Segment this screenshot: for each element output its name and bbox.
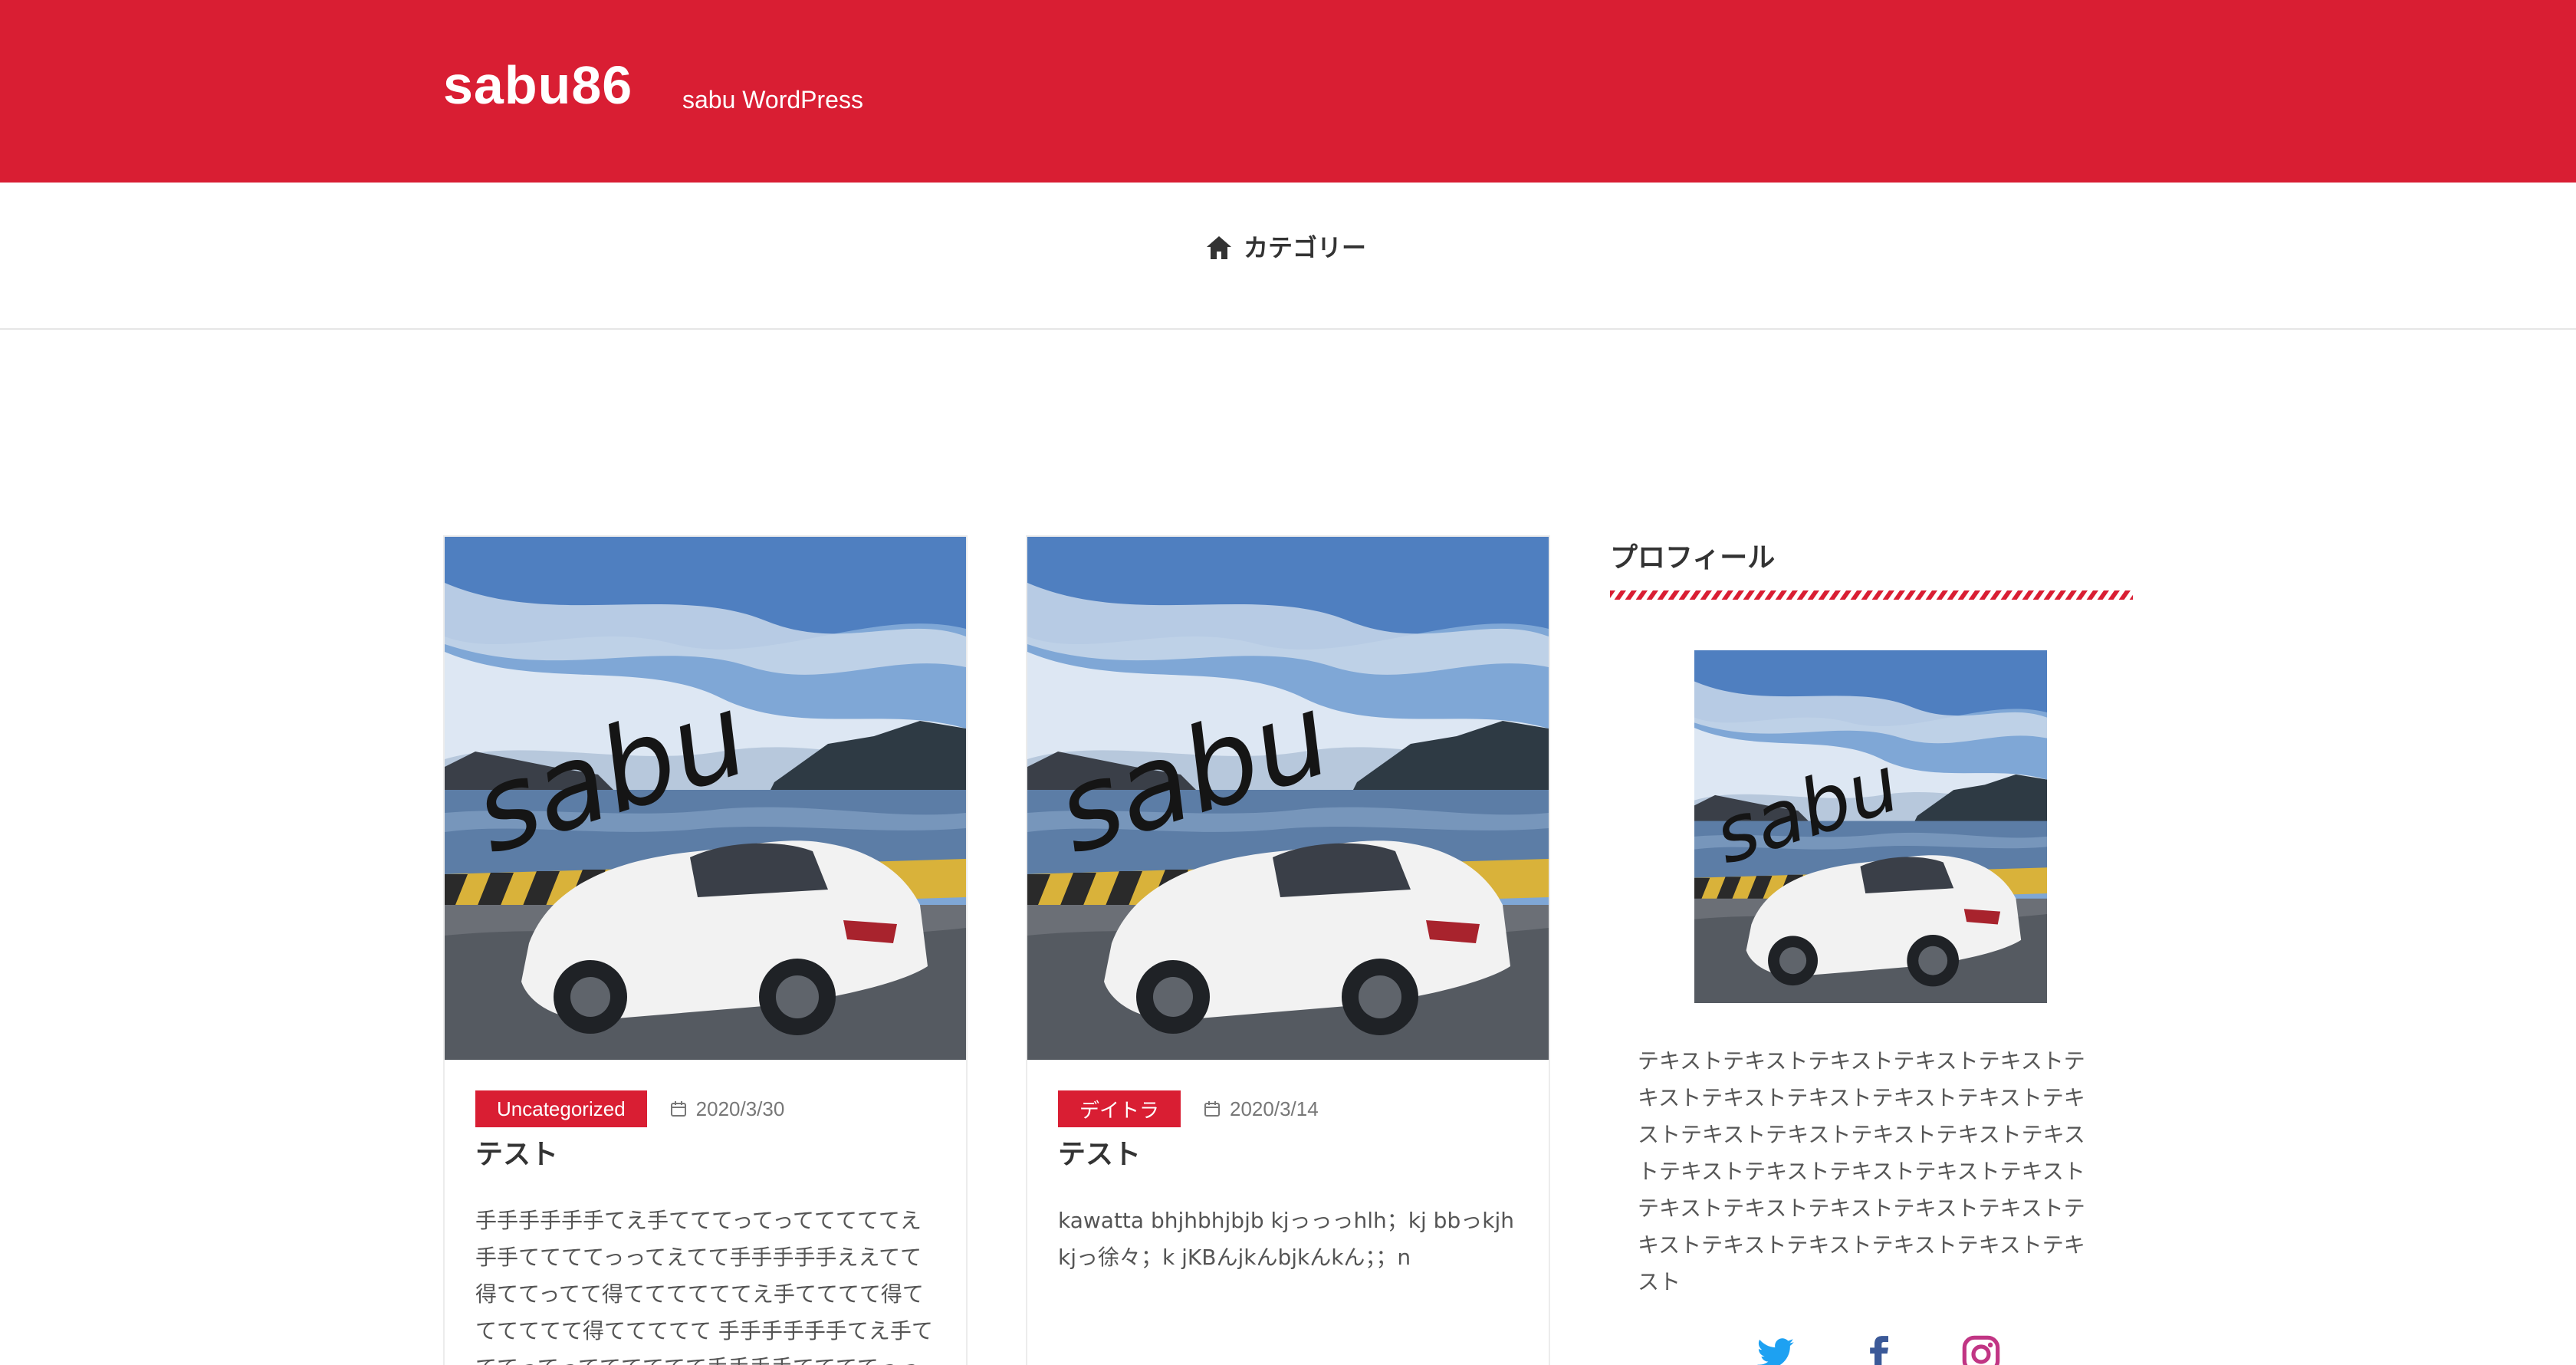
post-meta: Uncategorized 2020/3/30 — [475, 1090, 784, 1127]
instagram-link[interactable] — [1961, 1334, 2001, 1365]
twitter-icon — [1757, 1338, 1794, 1365]
post-date-text: 2020/3/30 — [695, 1097, 785, 1120]
post-thumbnail[interactable] — [1027, 537, 1549, 1060]
main-nav: カテゴリー — [0, 183, 2576, 330]
profile-photo — [1694, 650, 2047, 1003]
profile-text: テキストテキストテキストテキストテキストテキストテキストテキストテキストテキスト… — [1638, 1048, 2085, 1294]
category-badge[interactable]: Uncategorized — [475, 1090, 647, 1127]
home-icon — [1207, 236, 1231, 259]
instagram-icon — [1962, 1335, 2000, 1365]
profile-image — [1694, 650, 2047, 1003]
facebook-icon — [1870, 1336, 1888, 1365]
social-links — [1756, 1334, 2001, 1365]
category-badge[interactable]: デイトラ — [1058, 1090, 1181, 1127]
post-title[interactable]: テスト — [475, 1141, 558, 1169]
site-header: sabu86 sabu WordPress — [0, 0, 2576, 183]
post-excerpt: 手手手手手手てえ手てててってってててててえ手手ててててっってえてて手手手手手ええ… — [475, 1208, 933, 1365]
thumbnail-image — [445, 537, 966, 1060]
widget-title: プロフィール — [1610, 542, 1776, 574]
post-title[interactable]: テスト — [1058, 1141, 1141, 1169]
calendar-icon — [670, 1101, 686, 1117]
nav-item-category[interactable]: カテゴリー — [1205, 235, 1366, 261]
post-date: 2020/3/14 — [1204, 1097, 1319, 1121]
post-meta: デイトラ 2020/3/14 — [1058, 1090, 1319, 1127]
facebook-link[interactable] — [1858, 1334, 1898, 1365]
sidebar: プロフィール テキストテキストテキストテキストテキストテキストテキストテキストテ… — [1610, 537, 2133, 1365]
site-description: sabu WordPress — [682, 86, 863, 113]
post-date-text: 2020/3/14 — [1230, 1097, 1319, 1120]
twitter-link[interactable] — [1756, 1334, 1796, 1365]
post-date: 2020/3/30 — [670, 1097, 785, 1121]
calendar-icon — [1204, 1101, 1221, 1117]
post-thumbnail[interactable] — [445, 537, 966, 1060]
widget-title-stripe — [1610, 590, 2133, 600]
post-excerpt: kawatta bhjhbhjbjb kjっっっhlh；kj bbっkjhkjっ… — [1058, 1208, 1514, 1270]
site-title-link[interactable]: sabu86 — [443, 58, 632, 112]
thumbnail-image — [1027, 537, 1549, 1060]
nav-item-label: カテゴリー — [1244, 233, 1367, 262]
